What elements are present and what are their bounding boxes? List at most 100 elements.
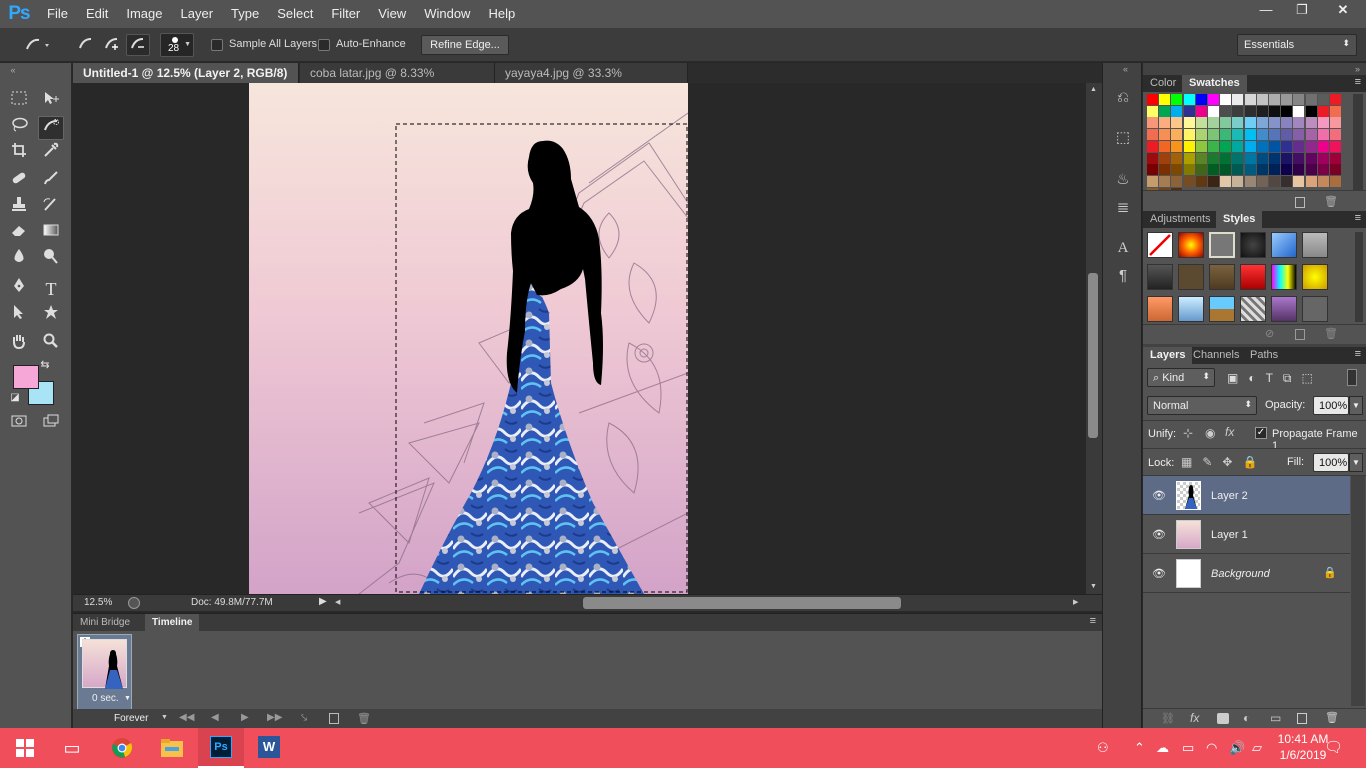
swatch[interactable] [1147,94,1158,105]
swatch[interactable] [1256,117,1268,129]
scroll-up-icon[interactable]: ▲ [1090,86,1097,93]
layer-row-background[interactable]: 👁 Background 🔒 [1143,554,1350,593]
swatch[interactable] [1269,164,1280,176]
menu-type[interactable]: Type [222,0,268,28]
unify-visibility-icon[interactable]: ◉ [1205,426,1215,440]
swatch[interactable] [1220,175,1232,187]
start-button[interactable] [2,728,48,768]
menu-image[interactable]: Image [117,0,171,28]
delete-style-icon[interactable]: 🗑 [1324,327,1338,340]
style-fire[interactable] [1178,232,1204,258]
new-layer-icon[interactable] [1297,713,1307,724]
panel-menu-icon[interactable]: ≡ [1090,615,1096,627]
status-info-icon[interactable] [128,597,140,609]
collapse-toolbox-icon[interactable]: « [6,65,20,75]
adjustment-layer-icon[interactable]: ◐ [1243,711,1250,725]
brush-presets-icon[interactable]: ♨ [1112,169,1134,191]
style-blue-glass[interactable] [1271,232,1297,258]
swatch[interactable] [1183,140,1195,152]
layers-scrollbar[interactable] [1351,476,1365,706]
style-pattern[interactable] [1240,296,1266,322]
swatch[interactable] [1269,152,1280,164]
gradient-tool[interactable] [38,222,64,246]
style-red[interactable] [1240,264,1266,290]
first-frame-icon[interactable]: ◀◀ [179,712,194,723]
layer-name[interactable]: Layer 1 [1211,529,1248,541]
tab-adjustments[interactable]: Adjustments [1143,211,1218,228]
tab-paths[interactable]: Paths [1243,347,1285,364]
style-outline[interactable] [1302,296,1328,322]
new-selection-button[interactable] [74,34,98,56]
swatch[interactable] [1330,140,1341,152]
link-layers-icon[interactable]: ⛓ [1161,712,1175,725]
collapse-panels-icon[interactable]: » [1355,64,1360,74]
propagate-frame-checkbox[interactable]: ✓ [1255,427,1267,439]
swatch[interactable] [1159,94,1171,105]
default-colors-icon[interactable]: ◪ [9,392,21,404]
dodge-tool[interactable] [38,248,64,272]
swatch[interactable] [1269,175,1280,187]
swatch[interactable] [1244,105,1256,117]
filter-toggle-icon[interactable] [1347,369,1357,386]
status-menu-arrow-icon[interactable]: ▶ [319,596,327,607]
swatch[interactable] [1256,164,1268,176]
swatch[interactable] [1293,140,1305,152]
workspace-switcher[interactable]: Essentials ⬍ [1237,34,1357,56]
tab-mini-bridge[interactable]: Mini Bridge [73,614,137,631]
style-chrome[interactable] [1147,264,1173,290]
swatch[interactable] [1281,152,1293,164]
swatch[interactable] [1317,140,1329,152]
new-style-icon[interactable] [1295,329,1305,340]
menu-help[interactable]: Help [479,0,524,28]
swatch[interactable] [1244,140,1256,152]
loop-chevron-icon[interactable]: ▼ [161,714,168,721]
tab-color[interactable]: Color [1143,75,1183,92]
cube-3d-icon[interactable]: ⬚ [1112,127,1134,149]
visibility-eye-icon[interactable]: 👁 [1152,567,1166,580]
file-explorer-taskbar-button[interactable] [149,728,195,768]
swatch[interactable] [1256,129,1268,141]
swatch[interactable] [1232,117,1244,129]
layer-style-fx-icon[interactable]: fx [1190,711,1199,725]
style-frame[interactable] [1209,232,1235,258]
menu-select[interactable]: Select [268,0,322,28]
delete-layer-icon[interactable]: 🗑 [1325,711,1339,724]
tab-styles[interactable]: Styles [1216,211,1263,228]
loop-option[interactable]: Forever [114,713,148,724]
screen-mode-button[interactable] [38,413,64,437]
swatch[interactable] [1330,129,1341,141]
swatch[interactable] [1305,152,1317,164]
swatch[interactable] [1159,129,1171,141]
history-panel-icon[interactable]: ⎌ [1112,87,1134,109]
canvas-vertical-scrollbar[interactable]: ▲ ▼ [1086,83,1102,594]
character-panel-icon[interactable]: A [1112,237,1134,259]
swatch[interactable] [1330,164,1341,176]
tween-icon[interactable]: ⤥ [301,712,307,725]
swatch[interactable] [1208,175,1219,187]
swatch[interactable] [1293,105,1305,117]
layer-name[interactable]: Background [1211,568,1270,580]
spot-healing-tool[interactable] [6,170,32,194]
style-gray[interactable] [1302,232,1328,258]
swatch[interactable] [1159,105,1171,117]
swatch[interactable] [1183,129,1195,141]
swatch[interactable] [1195,175,1207,187]
style-purple[interactable] [1271,296,1297,322]
swatch[interactable] [1281,129,1293,141]
swatch[interactable] [1171,175,1183,187]
swatch[interactable] [1293,117,1305,129]
swatch[interactable] [1232,140,1244,152]
swatch[interactable] [1330,105,1341,117]
swatch[interactable] [1195,152,1207,164]
swatch[interactable] [1183,117,1195,129]
style-orange[interactable] [1147,296,1173,322]
frame-delay[interactable]: 0 sec. [92,693,119,704]
swatch[interactable] [1195,117,1207,129]
close-button[interactable]: ✕ [1320,0,1366,22]
minimize-button[interactable]: — [1248,0,1284,22]
swatch[interactable] [1171,140,1183,152]
crop-tool[interactable] [6,142,32,166]
tab-channels[interactable]: Channels [1186,347,1246,364]
panel-menu-icon[interactable]: ≡ [1355,76,1361,88]
brush-panel-icon[interactable]: ≣ [1112,197,1134,219]
